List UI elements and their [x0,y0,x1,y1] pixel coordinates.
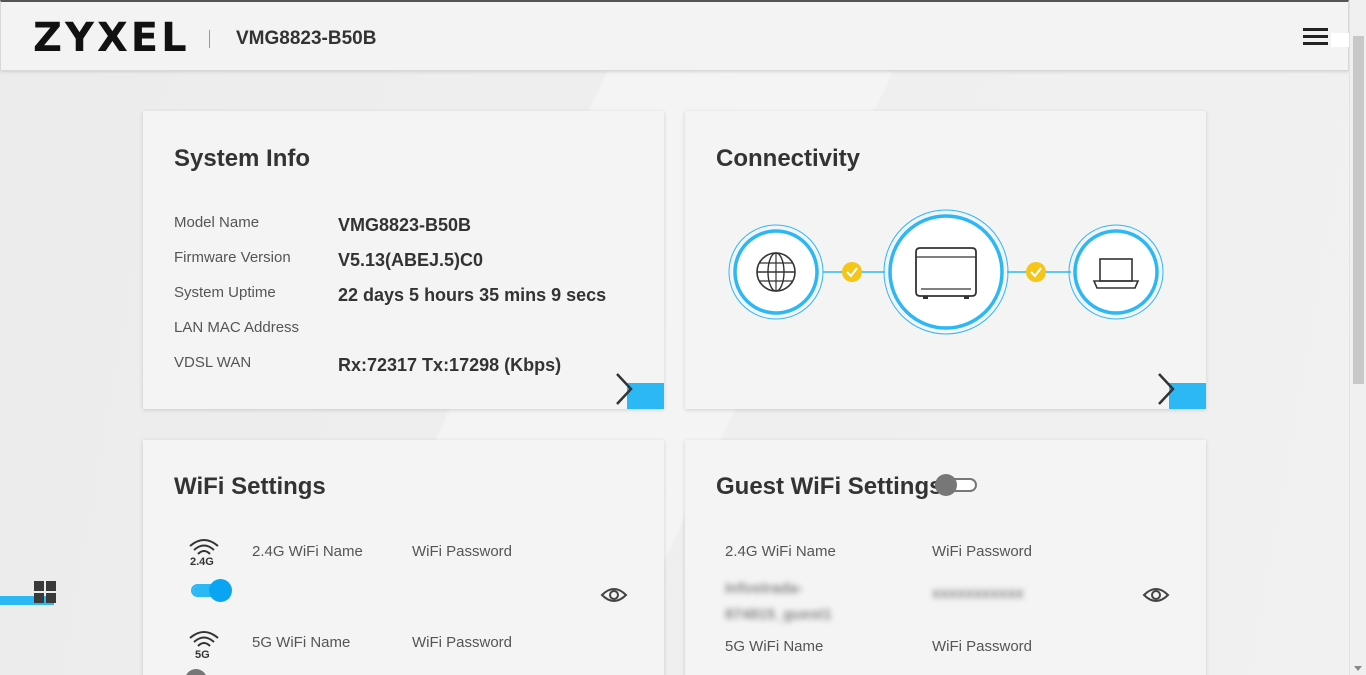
check-icon [1026,262,1046,282]
wifi-settings-card: WiFi Settings 2.4G 2.4G WiFi Name WiFi P… [143,440,664,675]
guest-5g-name-label: 5G WiFi Name [725,638,824,655]
guest-24g-password-label: WiFi Password [932,543,1033,560]
scroll-down-arrow-icon[interactable] [1354,666,1362,671]
wifi-24g-toggle[interactable] [191,578,233,602]
widget-toggle-button[interactable] [0,578,58,608]
grid-icon [34,581,58,605]
wifi-5g-name-label: 5G WiFi Name [252,634,351,651]
connectivity-title: Connectivity [716,145,861,172]
wifi-24g-password-label: WiFi Password [412,543,513,560]
guest-wifi-settings-title: Guest WiFi Settings [716,473,943,500]
connectivity-more-button[interactable] [1158,373,1206,409]
guest-wifi-settings-card: Guest WiFi Settings 2.4G WiFi Name WiFi … [685,440,1206,675]
top-bar: ZYXEL VMG8823-B50B [0,0,1349,71]
info-label: Firmware Version [174,249,291,266]
laptop-icon [1068,224,1164,320]
info-label: System Uptime [174,284,276,301]
guest-24g-name-value: Infostrada-874815_guest1 [725,580,832,623]
guest-wifi-toggle[interactable] [935,473,981,497]
info-value: 22 days 5 hours 35 mins 9 secs [338,285,607,305]
info-label: VDSL WAN [174,354,252,371]
system-info-card: System Info Model Name VMG8823-B50B Firm… [143,111,664,409]
wifi-settings-title: WiFi Settings [174,473,326,500]
vertical-scrollbar[interactable] [1349,0,1366,675]
check-icon [842,262,862,282]
show-password-eye-icon[interactable] [1142,585,1170,605]
info-value: Rx:72317 Tx:17298 (Kbps) [338,355,562,375]
header-corner [1331,33,1349,47]
scrollbar-thumb[interactable] [1353,36,1364,384]
info-value: V5.13(ABEJ.5)C0 [338,250,484,270]
zyxel-logo[interactable]: ZYXEL [33,16,190,60]
system-info-title: System Info [174,145,311,172]
guest-5g-password-label: WiFi Password [932,638,1033,655]
wifi-5g-toggle[interactable] [185,669,207,675]
globe-icon [728,224,824,320]
connectivity-card: Connectivity [685,111,1206,409]
wifi-24g-name-label: 2.4G WiFi Name [252,543,363,560]
guest-24g-password-value: xxxxxxxxxxx [932,585,1024,602]
wifi-24g-badge: 2.4G [190,556,214,568]
connectivity-diagram [728,209,1164,335]
device-model-title: VMG8823-B50B [236,28,377,49]
wifi-5g-badge: 5G [195,649,210,661]
system-info-more-button[interactable] [616,373,664,409]
wifi-5g-password-label: WiFi Password [412,634,513,651]
info-label: LAN MAC Address [174,319,300,336]
chevron-right-icon [1158,373,1175,405]
hamburger-icon[interactable] [1303,28,1328,46]
info-label: Model Name [174,214,260,231]
info-value: VMG8823-B50B [338,215,472,235]
router-icon [883,209,1009,335]
guest-24g-name-label: 2.4G WiFi Name [725,543,836,560]
chevron-right-icon [616,373,633,405]
header-divider [209,30,210,48]
show-password-eye-icon[interactable] [600,585,628,605]
